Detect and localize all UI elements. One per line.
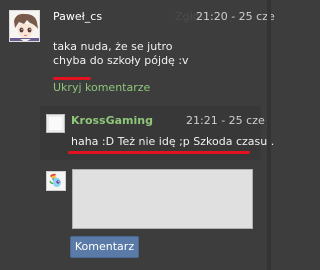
comment-timestamp: 21:20 - 25 cze: [196, 10, 275, 23]
highlight-underline: [53, 77, 91, 80]
comment-text: taka nuda, że se jutro chyba do szkoły p…: [53, 40, 189, 67]
pony-avatar-icon: [46, 171, 66, 191]
reply-timestamp: 21:21 - 25 cze: [186, 114, 265, 127]
default-avatar-icon[interactable]: [46, 114, 65, 133]
reply-author[interactable]: KrossGaming: [71, 114, 153, 128]
anime-avatar-icon[interactable]: [9, 10, 40, 42]
comments-section: Zgłoś 21:20 - 25 cze Paweł_cs taka nuda,…: [0, 0, 275, 270]
scrollbar-track[interactable]: [267, 0, 271, 270]
comment-input[interactable]: [72, 169, 253, 229]
highlight-underline: [68, 151, 250, 154]
comment-author[interactable]: Paweł_cs: [53, 10, 102, 24]
submit-comment-button[interactable]: Komentarz: [70, 236, 139, 258]
reply-text: haha :D Też nie idę ;p Szkoda czasu..: [71, 135, 275, 148]
hide-comments-link[interactable]: Ukryj komentarze: [53, 81, 150, 95]
